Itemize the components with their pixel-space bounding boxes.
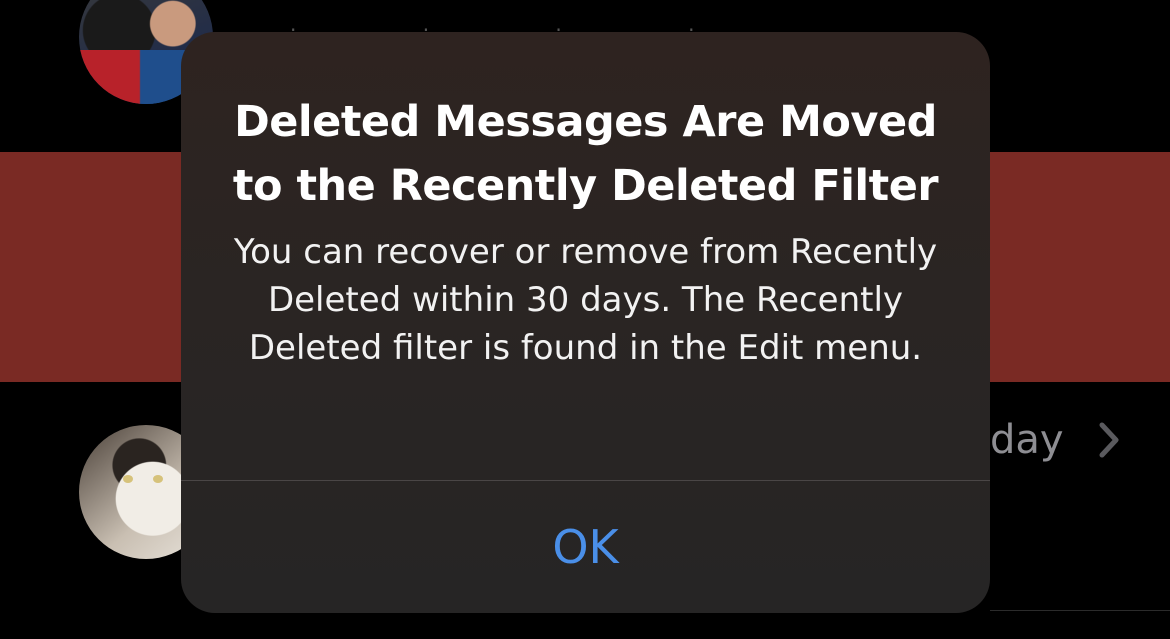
chevron-right-icon <box>1099 422 1119 458</box>
messages-screen: · · · · day Deleted Messages Are Moved t… <box>0 0 1170 639</box>
alert-dialog: Deleted Messages Are Moved to the Recent… <box>181 32 990 613</box>
alert-title: Deleted Messages Are Moved to the Recent… <box>232 97 939 211</box>
alert-message: You can recover or remove from Recently … <box>233 232 938 368</box>
row-timestamp: day <box>990 417 1064 463</box>
ok-button[interactable]: OK <box>181 481 990 613</box>
row-separator <box>990 610 1170 611</box>
